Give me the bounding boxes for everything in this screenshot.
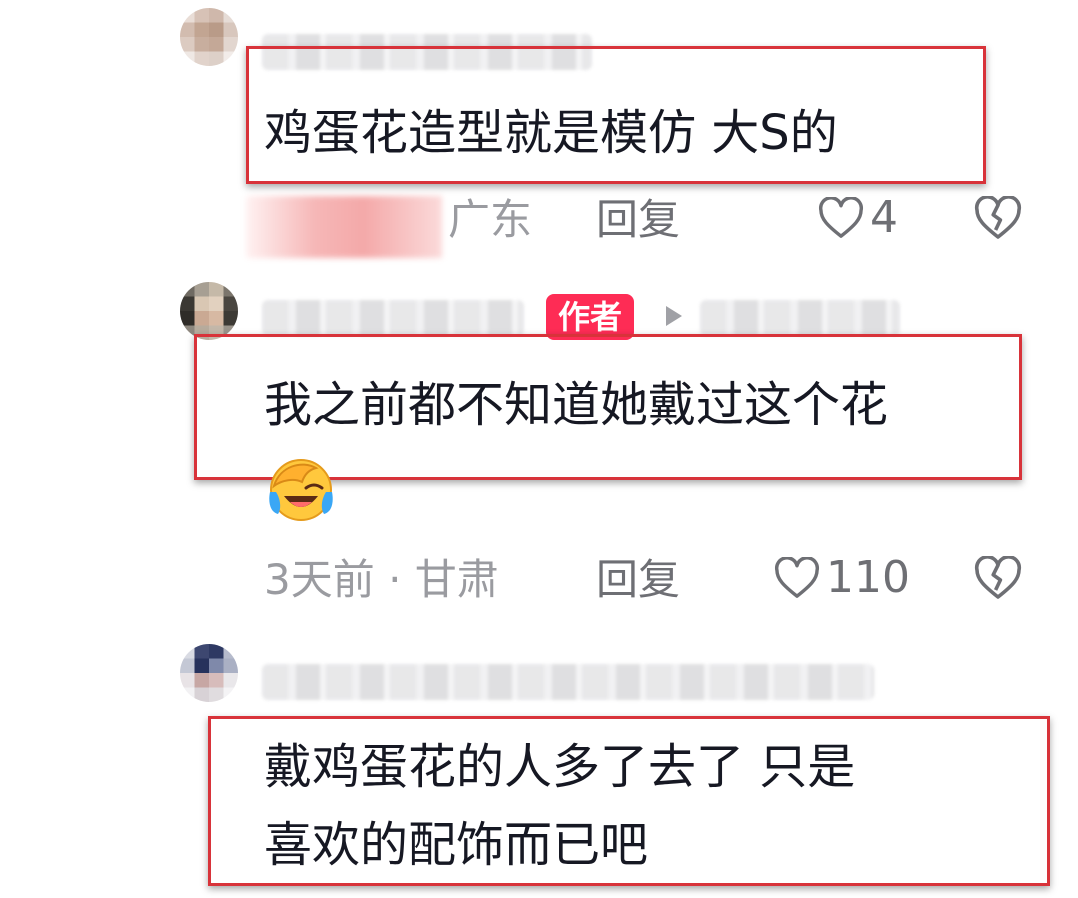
- reply-arrow-icon: [664, 304, 684, 332]
- reply-button[interactable]: 回复: [596, 554, 680, 606]
- broken-heart-icon: [974, 556, 1022, 600]
- like-button[interactable]: 4: [818, 192, 898, 244]
- heart-icon: [818, 197, 864, 239]
- comment-location: 广东: [448, 195, 533, 244]
- avatar[interactable]: [180, 8, 238, 66]
- like-button[interactable]: 110: [774, 552, 910, 604]
- laughing-crying-emoji: [266, 456, 336, 528]
- comment-text-line-1: 戴鸡蛋花的人多了去了 只是: [264, 739, 856, 795]
- broken-heart-icon: [974, 196, 1022, 240]
- reply-button[interactable]: 回复: [596, 194, 680, 246]
- username-blurred[interactable]: [262, 300, 524, 336]
- comment-text-line-2: 喜欢的配饰而已吧: [264, 817, 649, 873]
- avatar[interactable]: [180, 644, 238, 702]
- dislike-button[interactable]: [974, 196, 1022, 240]
- heart-icon: [774, 557, 820, 599]
- avatar[interactable]: [180, 282, 238, 340]
- comment-text: 我之前都不知道她戴过这个花: [264, 377, 889, 433]
- comment-text: 鸡蛋花造型就是模仿 大S的: [264, 105, 838, 161]
- like-count: 110: [826, 552, 910, 603]
- username-blurred[interactable]: [262, 664, 874, 700]
- reply-to-username-blurred[interactable]: [700, 300, 900, 336]
- like-count: 4: [870, 192, 898, 243]
- blurred-timestamp: [246, 196, 442, 258]
- dislike-button[interactable]: [974, 556, 1022, 600]
- comment-time-location: 3天前 · 甘肃: [264, 555, 499, 604]
